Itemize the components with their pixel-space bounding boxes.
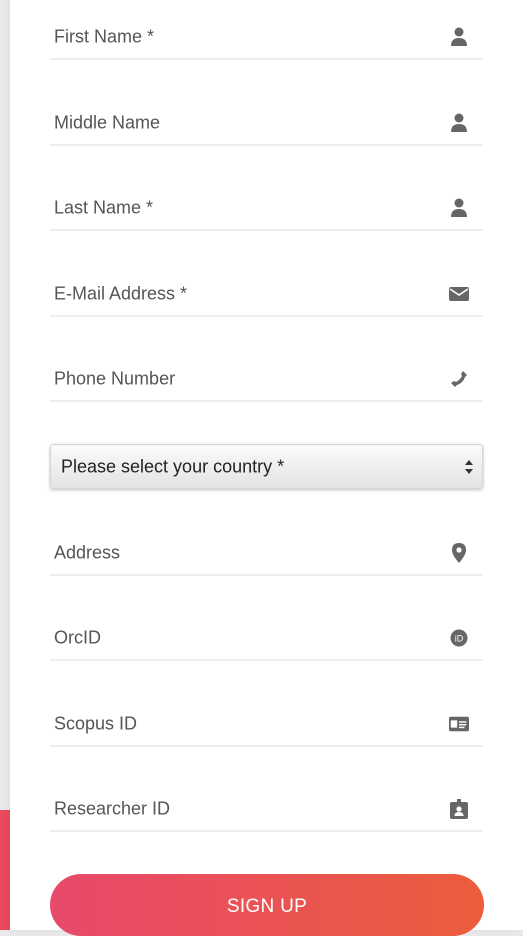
- phone-icon: [449, 369, 469, 389]
- select-arrows-icon: [464, 459, 474, 475]
- user-icon: [449, 198, 469, 218]
- email-placeholder: E-Mail Address *: [54, 283, 188, 304]
- accent-strip: [0, 810, 10, 930]
- address-placeholder: Address: [54, 542, 121, 563]
- last-name-placeholder: Last Name *: [54, 197, 154, 218]
- phone-placeholder: Phone Number: [54, 368, 176, 389]
- svg-text:iD: iD: [455, 634, 464, 644]
- scopus-id-field[interactable]: Scopus ID: [50, 703, 483, 747]
- first-name-field[interactable]: First Name *: [50, 16, 483, 60]
- scopus-id-placeholder: Scopus ID: [54, 713, 138, 734]
- address-field[interactable]: Address: [50, 532, 483, 576]
- orcid-field[interactable]: OrcID iD: [50, 617, 483, 661]
- map-marker-icon: [449, 543, 469, 563]
- country-select[interactable]: Please select your country *: [50, 444, 483, 489]
- id-badge-icon: [449, 799, 469, 819]
- signup-form-card: First Name * Middle Name Last Name * E-M…: [10, 0, 523, 936]
- orcid-icon: iD: [449, 628, 469, 648]
- orcid-placeholder: OrcID: [54, 627, 101, 648]
- phone-field[interactable]: Phone Number: [50, 358, 483, 402]
- researcher-id-placeholder: Researcher ID: [54, 798, 171, 819]
- first-name-placeholder: First Name *: [54, 26, 155, 47]
- sign-up-button[interactable]: SIGN UP: [50, 874, 484, 936]
- id-card-icon: [449, 714, 469, 734]
- envelope-icon: [449, 284, 469, 304]
- researcher-id-field[interactable]: Researcher ID: [50, 788, 483, 832]
- country-select-value: Please select your country *: [61, 456, 285, 476]
- user-icon: [449, 113, 469, 133]
- email-field[interactable]: E-Mail Address *: [50, 273, 483, 317]
- user-icon: [449, 27, 469, 47]
- middle-name-placeholder: Middle Name: [54, 112, 161, 133]
- middle-name-field[interactable]: Middle Name: [50, 102, 483, 146]
- last-name-field[interactable]: Last Name *: [50, 187, 483, 231]
- sign-up-label: SIGN UP: [226, 896, 308, 917]
